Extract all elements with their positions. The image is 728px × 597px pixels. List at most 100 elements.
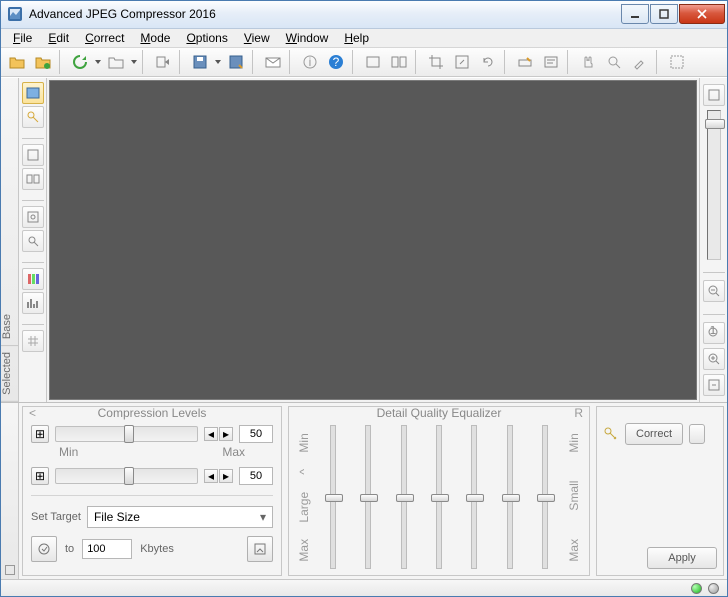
lt-zoom-fit-icon[interactable] bbox=[22, 206, 44, 228]
menu-view[interactable]: View bbox=[236, 29, 278, 47]
zoom-slider[interactable] bbox=[707, 110, 721, 260]
tab-base[interactable]: Base bbox=[1, 308, 18, 346]
lt-mode2-icon[interactable] bbox=[22, 168, 44, 190]
hand-icon[interactable] bbox=[576, 50, 600, 74]
status-led-gray-icon bbox=[708, 583, 719, 594]
target-run-icon[interactable] bbox=[247, 536, 273, 562]
selection-icon[interactable] bbox=[665, 50, 689, 74]
lock2-icon[interactable]: ⊞ bbox=[31, 467, 49, 485]
svg-text:?: ? bbox=[333, 55, 340, 69]
slider1-dec-icon[interactable]: ◂ bbox=[204, 427, 218, 441]
eq-left-scale: Max Large ^ Min bbox=[297, 425, 311, 570]
slider1-inc-icon[interactable]: ▸ bbox=[219, 427, 233, 441]
rt-zoom-fit-icon[interactable] bbox=[703, 374, 725, 396]
reload-icon[interactable] bbox=[68, 50, 92, 74]
eq-band[interactable] bbox=[501, 425, 519, 570]
target-apply-icon[interactable] bbox=[31, 536, 57, 562]
correct-button[interactable]: Correct bbox=[625, 423, 683, 445]
menu-options[interactable]: Options bbox=[178, 29, 235, 47]
key-icon bbox=[603, 426, 619, 442]
rt-zoom-out-icon[interactable] bbox=[703, 280, 725, 302]
eq-band[interactable] bbox=[324, 425, 342, 570]
menu-correct[interactable]: Correct bbox=[77, 29, 132, 47]
open-file-icon[interactable] bbox=[5, 50, 29, 74]
mail-icon[interactable] bbox=[261, 50, 285, 74]
compression-slider-2[interactable] bbox=[55, 468, 198, 484]
slider1-value[interactable]: 50 bbox=[239, 425, 273, 443]
view-compare-icon[interactable] bbox=[387, 50, 411, 74]
close-button[interactable] bbox=[679, 4, 725, 24]
equalizer-title: Detail Quality Equalizer bbox=[377, 406, 502, 420]
help-icon[interactable]: ? bbox=[324, 50, 348, 74]
view-original-icon[interactable] bbox=[361, 50, 385, 74]
lt-mode1-icon[interactable] bbox=[22, 144, 44, 166]
to-label: to bbox=[65, 543, 74, 555]
target-value-input[interactable]: 100 bbox=[82, 539, 132, 559]
watermark-icon[interactable] bbox=[513, 50, 537, 74]
window-title: Advanced JPEG Compressor 2016 bbox=[29, 7, 620, 21]
eq-band[interactable] bbox=[395, 425, 413, 570]
svg-text:i: i bbox=[309, 55, 312, 69]
correct-extra-button[interactable] bbox=[689, 424, 705, 444]
rt-zoom-in-icon[interactable] bbox=[703, 348, 725, 370]
lt-preview-icon[interactable] bbox=[22, 82, 44, 104]
minimize-button[interactable] bbox=[621, 4, 649, 24]
eq-band[interactable] bbox=[465, 425, 483, 570]
menu-window[interactable]: Window bbox=[278, 29, 337, 47]
lt-key-icon[interactable] bbox=[22, 106, 44, 128]
export-icon[interactable] bbox=[151, 50, 175, 74]
menu-file[interactable]: File bbox=[5, 29, 40, 47]
set-target-value: File Size bbox=[94, 510, 140, 524]
eyedropper-icon[interactable] bbox=[628, 50, 652, 74]
equalizer-panel: Detail Quality Equalizer R Max Large ^ Mi… bbox=[288, 406, 590, 577]
tab-selected[interactable]: Selected bbox=[1, 346, 18, 402]
browse-folder-icon[interactable] bbox=[104, 50, 128, 74]
bottom-ribbon bbox=[1, 403, 19, 580]
right-toolbar: 1 bbox=[699, 78, 727, 402]
save-icon[interactable] bbox=[188, 50, 212, 74]
unit-label: Kbytes bbox=[140, 543, 174, 555]
browse-drop-icon[interactable] bbox=[130, 60, 138, 64]
reload-drop-icon[interactable] bbox=[94, 60, 102, 64]
lt-histogram-icon[interactable] bbox=[22, 292, 44, 314]
eq-band[interactable] bbox=[536, 425, 554, 570]
save-as-icon[interactable] bbox=[224, 50, 248, 74]
slider2-inc-icon[interactable]: ▸ bbox=[219, 469, 233, 483]
save-drop-icon[interactable] bbox=[214, 60, 222, 64]
text-icon[interactable] bbox=[539, 50, 563, 74]
image-canvas[interactable] bbox=[49, 80, 697, 400]
rotate-icon[interactable] bbox=[476, 50, 500, 74]
eq-band[interactable] bbox=[430, 425, 448, 570]
comp-collapse-icon[interactable]: < bbox=[29, 406, 36, 420]
slider2-value[interactable]: 50 bbox=[239, 467, 273, 485]
rt-expand-icon[interactable] bbox=[703, 84, 725, 106]
info-icon[interactable]: i bbox=[298, 50, 322, 74]
status-bar bbox=[1, 579, 727, 596]
lock1-icon[interactable]: ⊞ bbox=[31, 425, 49, 443]
menu-bar: File Edit Correct Mode Options View Wind… bbox=[1, 29, 727, 48]
compression-slider-1[interactable] bbox=[55, 426, 198, 442]
app-icon bbox=[7, 6, 23, 22]
slider2-dec-icon[interactable]: ◂ bbox=[204, 469, 218, 483]
main-toolbar: i ? bbox=[1, 48, 727, 77]
apply-button[interactable]: Apply bbox=[647, 547, 717, 569]
menu-mode[interactable]: Mode bbox=[132, 29, 178, 47]
lt-channels-icon[interactable] bbox=[22, 268, 44, 290]
crop-icon[interactable] bbox=[424, 50, 448, 74]
zoom-tool-icon[interactable] bbox=[602, 50, 626, 74]
menu-help[interactable]: Help bbox=[336, 29, 377, 47]
eq-band[interactable] bbox=[359, 425, 377, 570]
min-label: Min bbox=[59, 445, 78, 459]
set-target-combo[interactable]: File Size ▾ bbox=[87, 506, 273, 528]
maximize-button[interactable] bbox=[650, 4, 678, 24]
resize-icon[interactable] bbox=[450, 50, 474, 74]
lt-zoom-region-icon[interactable] bbox=[22, 230, 44, 252]
lt-grid-icon[interactable] bbox=[22, 330, 44, 352]
work-area: Base Selected 1 bbox=[1, 77, 727, 402]
eq-r-label[interactable]: R bbox=[574, 406, 583, 420]
compression-title: Compression Levels bbox=[98, 406, 207, 420]
menu-edit[interactable]: Edit bbox=[40, 29, 77, 47]
open-recent-icon[interactable] bbox=[31, 50, 55, 74]
rt-zoom-actual-icon[interactable]: 1 bbox=[703, 322, 725, 344]
checkbox-icon[interactable] bbox=[5, 565, 15, 575]
